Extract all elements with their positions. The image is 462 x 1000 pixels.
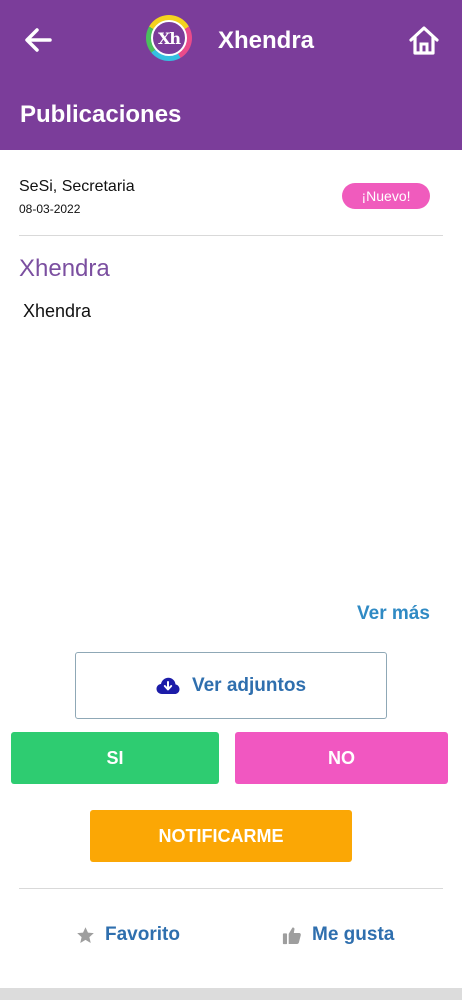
divider	[19, 888, 443, 889]
no-button[interactable]: NO	[235, 732, 448, 784]
arrow-left-icon	[25, 28, 52, 52]
home-icon	[409, 26, 439, 55]
favorito-label: Favorito	[105, 924, 180, 945]
app-bar: Xh Xhendra Publicaciones	[0, 0, 462, 150]
notificarme-button[interactable]: NOTIFICARME	[90, 810, 352, 862]
app-title: Xhendra	[218, 27, 315, 54]
post-body: Xhendra	[23, 301, 92, 321]
ver-adjuntos-label: Ver adjuntos	[191, 674, 307, 696]
new-badge: ¡Nuevo!	[342, 183, 430, 209]
favorito-button[interactable]: Favorito	[76, 924, 180, 946]
home-button[interactable]	[404, 20, 444, 60]
me-gusta-button[interactable]: Me gusta	[282, 924, 394, 946]
section-title: Publicaciones	[20, 101, 182, 128]
back-button[interactable]	[20, 22, 56, 58]
ver-adjuntos-button[interactable]: Ver adjuntos	[75, 652, 387, 719]
me-gusta-label: Me gusta	[312, 924, 395, 945]
star-icon	[77, 926, 94, 943]
logo-text: Xh	[157, 28, 181, 48]
post-date: 08-03-2022	[19, 202, 81, 216]
post-author: SeSi, Secretaria	[19, 178, 135, 195]
system-nav-bar	[0, 988, 462, 1000]
app-logo: Xh	[151, 20, 187, 56]
cloud-download-icon	[156, 677, 180, 694]
divider	[19, 235, 443, 236]
si-button[interactable]: SI	[11, 732, 219, 784]
post-title: Xhendra	[19, 255, 110, 282]
ver-mas-link[interactable]: Ver más	[357, 603, 430, 625]
thumbs-up-icon	[282, 927, 301, 944]
